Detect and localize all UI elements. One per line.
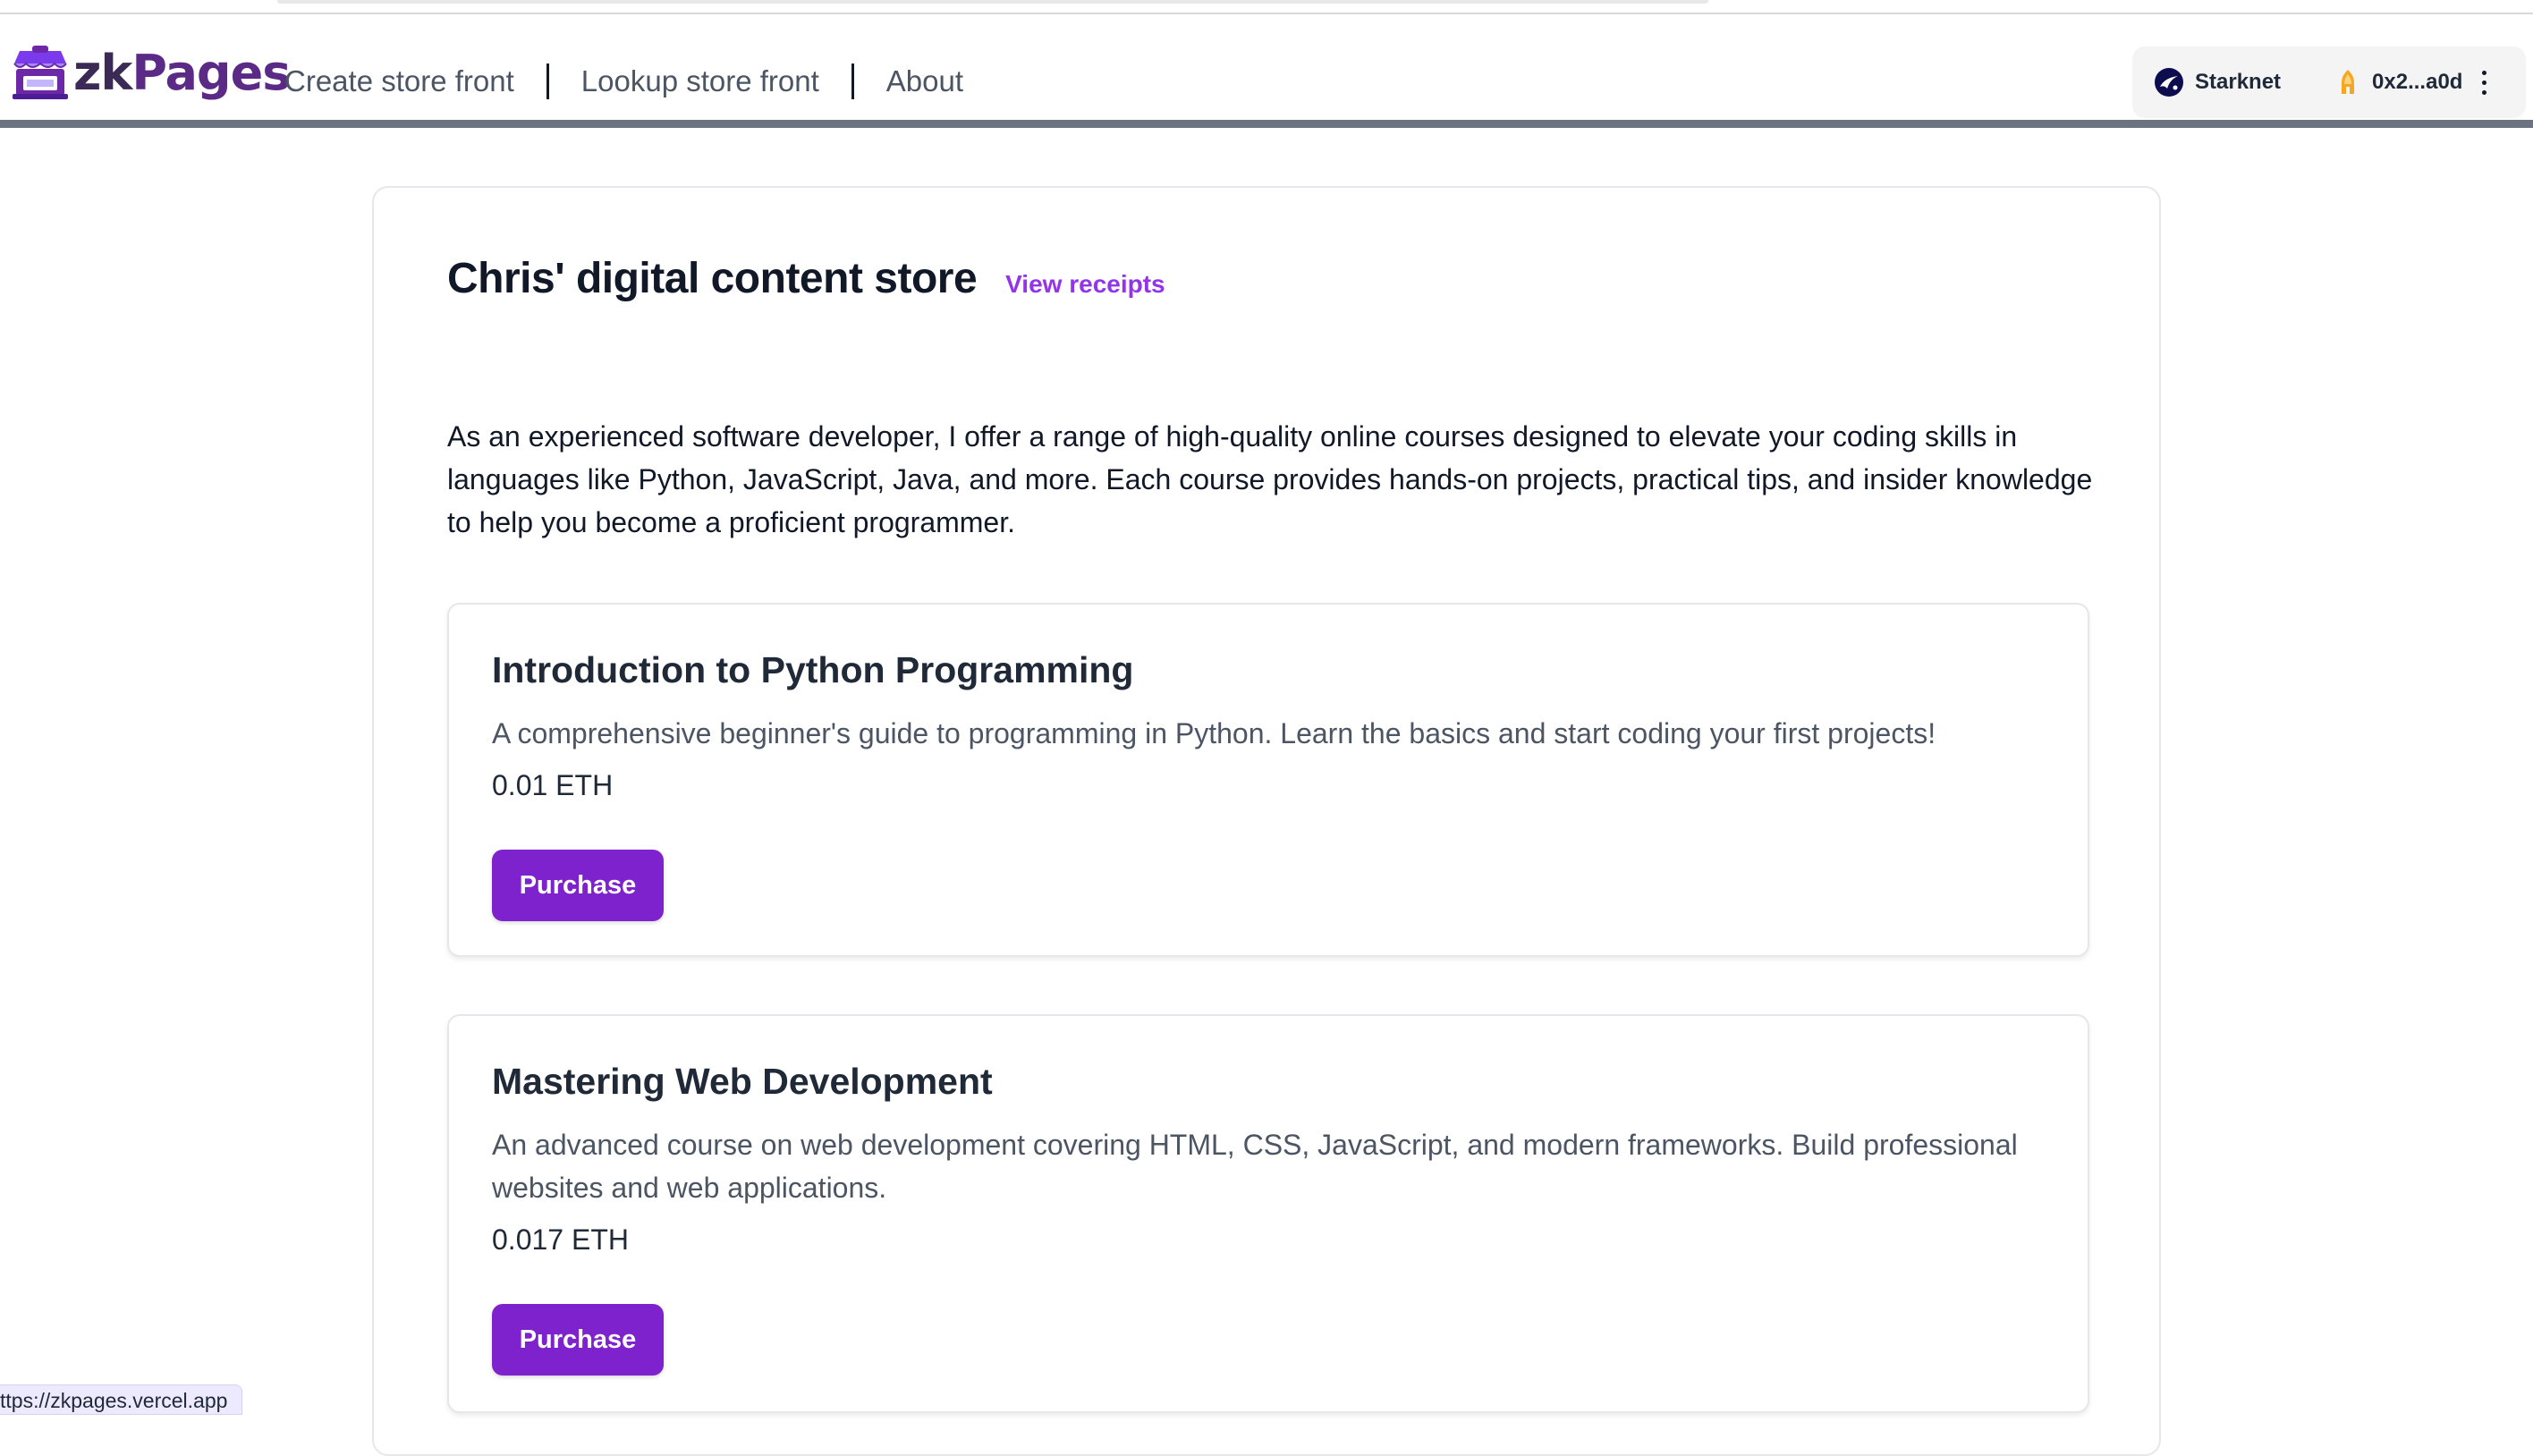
store-header: Chris' digital content store View receip…	[447, 254, 1165, 303]
store-title: Chris' digital content store	[447, 255, 978, 302]
browser-tab-indicator	[277, 0, 1708, 4]
product-description: An advanced course on web development co…	[492, 1129, 2018, 1204]
store-card: Chris' digital content store View receip…	[372, 186, 2161, 1456]
status-bar-url: ttps://zkpages.vercel.app	[0, 1384, 243, 1415]
ellipsis-dot	[2481, 89, 2486, 95]
purchase-button[interactable]: Purchase	[492, 1304, 664, 1376]
brand-name-suffix: Pages	[131, 45, 291, 101]
view-receipts-link[interactable]: View receipts	[1005, 270, 1165, 299]
product-price: 0.017 ETH	[492, 1223, 629, 1256]
network-selector[interactable]: Starknet	[2154, 67, 2281, 97]
store-description: As an experienced software developer, I …	[447, 420, 2093, 538]
nav-create-store-front[interactable]: Create store front	[284, 64, 514, 98]
product-card: Mastering Web Development An advanced co…	[447, 1014, 2089, 1413]
brand-logo-link[interactable]: zkPages	[11, 38, 291, 109]
product-card: Introduction to Python Programming A com…	[447, 603, 2089, 957]
starknet-icon	[2155, 68, 2183, 97]
nav-divider	[851, 63, 854, 99]
argent-wallet-icon	[2342, 70, 2355, 94]
wallet-widget: Starknet 0x2...a0d	[2132, 47, 2526, 118]
nav-divider	[546, 63, 549, 99]
product-description: A comprehensive beginner's guide to prog…	[492, 717, 1936, 749]
account-address: 0x2...a0d	[2372, 70, 2463, 94]
network-label: Starknet	[2195, 70, 2282, 94]
browser-top-strip	[0, 0, 2533, 14]
purchase-button[interactable]: Purchase	[492, 850, 664, 921]
account-button[interactable]: 0x2...a0d	[2334, 67, 2462, 97]
main-nav: Create store front Lookup store front Ab…	[284, 59, 963, 104]
vertical-ellipsis-icon[interactable]	[2475, 64, 2493, 100]
nav-about[interactable]: About	[886, 64, 963, 98]
nav-lookup-store-front[interactable]: Lookup store front	[581, 64, 819, 98]
brand-name-prefix: zk	[73, 45, 132, 101]
product-price: 0.01 ETH	[492, 769, 614, 801]
site-header: zkPages Create store front Lookup store …	[0, 14, 2533, 123]
ellipsis-dot	[2481, 70, 2486, 75]
storefront-icon	[13, 46, 68, 99]
product-title: Mastering Web Development	[492, 1061, 993, 1102]
header-divider	[0, 120, 2533, 128]
product-title: Introduction to Python Programming	[492, 649, 1134, 690]
brand-wordmark: zkPages	[73, 49, 291, 97]
ellipsis-dot	[2481, 80, 2486, 85]
